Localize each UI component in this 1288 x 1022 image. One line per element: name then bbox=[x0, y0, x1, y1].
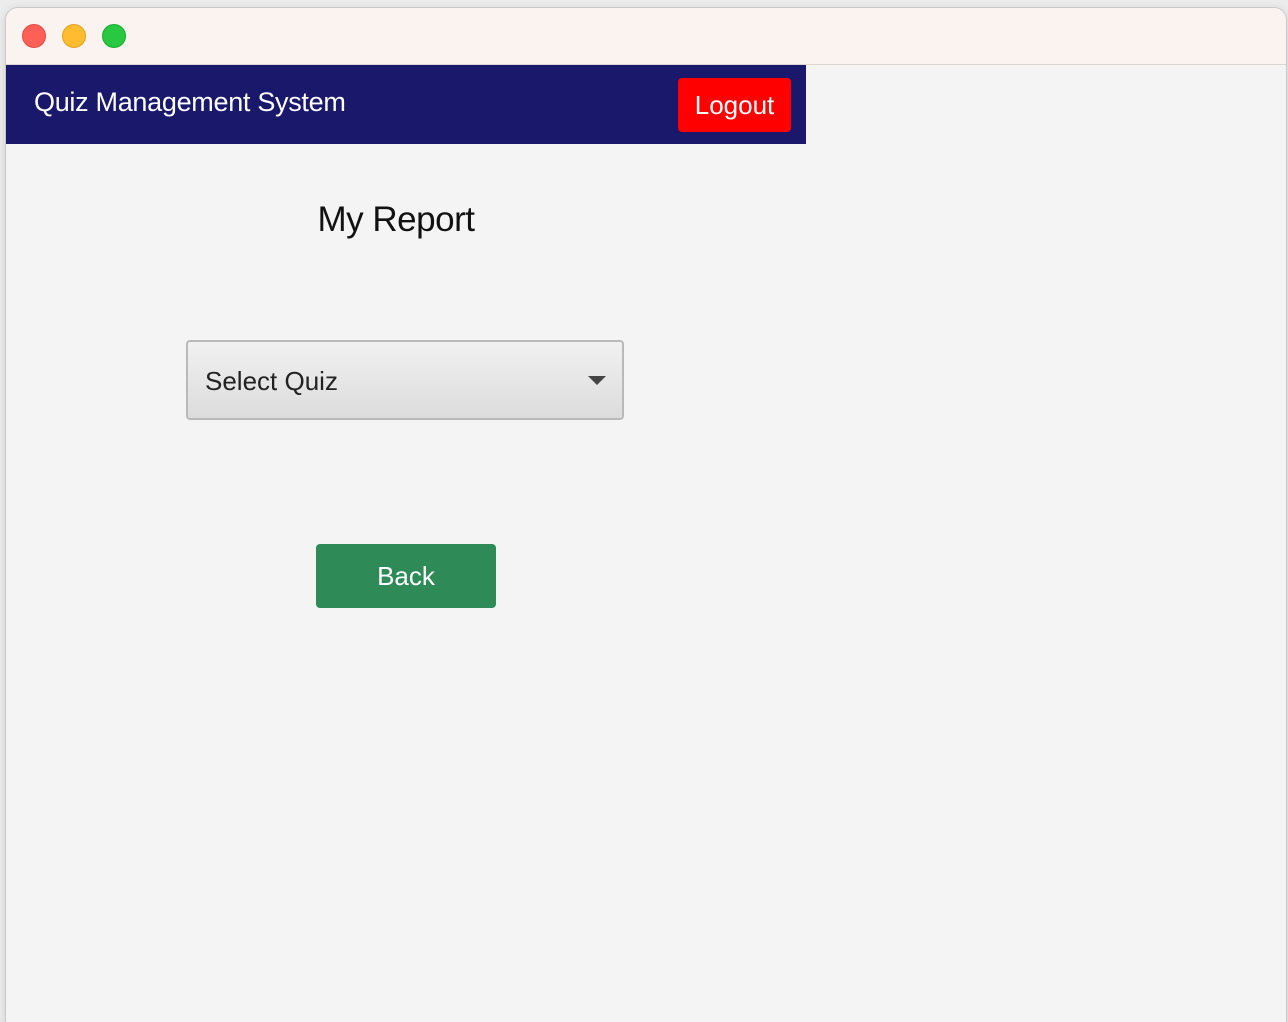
maximize-icon[interactable] bbox=[102, 24, 126, 48]
page-title: My Report bbox=[317, 200, 475, 239]
chevron-down-icon bbox=[588, 376, 606, 385]
logout-button[interactable]: Logout bbox=[678, 78, 791, 132]
close-icon[interactable] bbox=[22, 24, 46, 48]
back-button[interactable]: Back bbox=[316, 544, 496, 608]
app-title: Quiz Management System bbox=[34, 87, 346, 117]
quiz-select-dropdown[interactable]: Select Quiz bbox=[186, 340, 624, 420]
window-titlebar[interactable] bbox=[6, 8, 1286, 65]
app-header: Quiz Management System Logout bbox=[6, 65, 806, 144]
app-window: Quiz Management System Logout My Report … bbox=[6, 8, 1286, 1022]
quiz-select-value: Select Quiz bbox=[205, 366, 338, 396]
minimize-icon[interactable] bbox=[62, 24, 86, 48]
